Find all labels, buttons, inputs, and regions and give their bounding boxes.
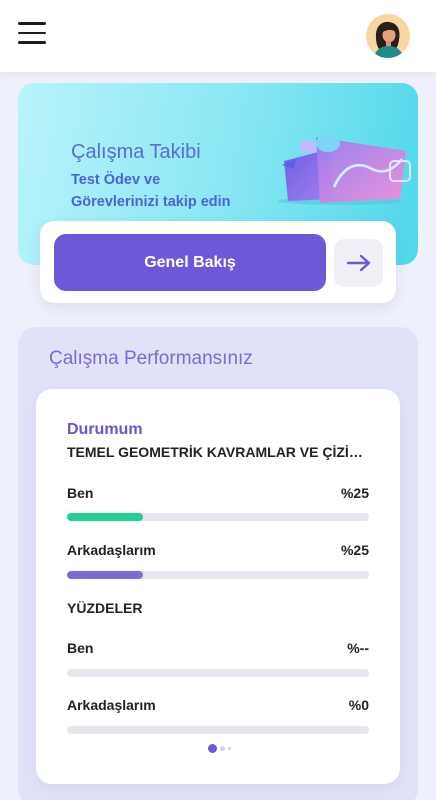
percent-me-label: Ben bbox=[67, 640, 94, 656]
percent-me-progress-track bbox=[67, 669, 369, 677]
performance-card[interactable]: Durumum TEMEL GEOMETRİK KAVRAMLAR VE ÇİZ… bbox=[36, 389, 400, 784]
status-me-value: %25 bbox=[340, 485, 369, 501]
status-friends-progress-track bbox=[67, 571, 369, 579]
topic-name: TEMEL GEOMETRİK KAVRAMLAR VE ÇİZİMLER bbox=[67, 444, 372, 460]
status-me-progress-fill bbox=[67, 513, 143, 521]
status-friends-label: Arkadaşlarım bbox=[67, 542, 156, 558]
arrow-right-icon bbox=[346, 254, 370, 272]
pager-dots bbox=[208, 744, 231, 753]
percent-friends-progress-track bbox=[67, 726, 369, 734]
percentages-label: YÜZDELER bbox=[67, 600, 143, 616]
status-friends-value: %25 bbox=[340, 542, 369, 558]
status-label: Durumum bbox=[67, 421, 143, 438]
user-avatar-icon bbox=[366, 14, 410, 58]
percent-friends-label: Arkadaşlarım bbox=[67, 697, 156, 713]
banner-subtitle: Test Ödev ve Görevlerinizi takip edin bbox=[71, 172, 231, 210]
avatar[interactable] bbox=[366, 14, 410, 58]
top-bar bbox=[0, 0, 436, 72]
overview-arrow-button[interactable] bbox=[334, 239, 383, 287]
pager-dot[interactable] bbox=[220, 746, 225, 751]
performance-title: Çalışma Performansınız bbox=[49, 348, 253, 369]
status-me-progress-track bbox=[67, 513, 369, 521]
overview-card: Genel Bakış bbox=[40, 221, 396, 303]
pager-dot[interactable] bbox=[228, 747, 231, 750]
status-friends-progress-fill bbox=[67, 571, 143, 579]
status-me-label: Ben bbox=[67, 485, 94, 501]
percent-me-value: %-- bbox=[347, 640, 369, 656]
performance-panel: Çalışma Performansınız Durumum TEMEL GEO… bbox=[18, 327, 418, 800]
banner-title: Çalışma Takibi bbox=[71, 141, 201, 163]
overview-button[interactable]: Genel Bakış bbox=[54, 234, 326, 291]
pager-dot[interactable] bbox=[208, 744, 217, 753]
hamburger-menu-icon[interactable] bbox=[18, 22, 46, 44]
study-tracking-illustration bbox=[278, 134, 411, 205]
percent-friends-value: %0 bbox=[348, 697, 369, 713]
